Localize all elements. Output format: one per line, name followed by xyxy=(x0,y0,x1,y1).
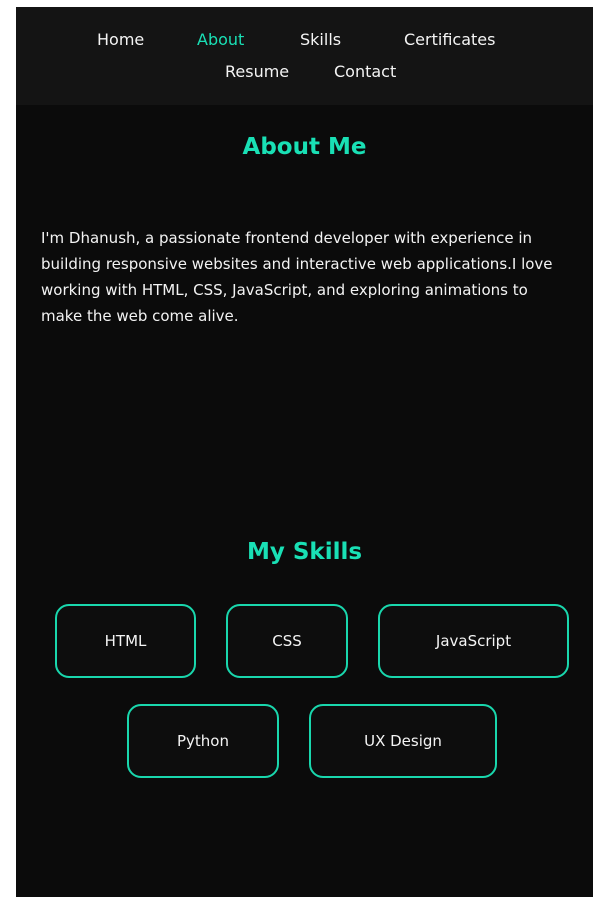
nav-link-skills[interactable]: Skills xyxy=(300,30,341,50)
skill-label: CSS xyxy=(272,632,302,650)
skill-label: JavaScript xyxy=(435,632,512,650)
skill-pill-javascript[interactable]: JavaScript xyxy=(378,604,569,678)
about-text: I'm Dhanush, a passionate frontend devel… xyxy=(41,229,553,325)
nav-link-home[interactable]: Home xyxy=(97,30,144,50)
skill-pill-ux-design[interactable]: UX Design xyxy=(309,704,497,778)
navbar: Home About Skills Certificates Resume Co… xyxy=(16,7,593,105)
nav-link-contact[interactable]: Contact xyxy=(334,62,396,82)
skill-label: UX Design xyxy=(364,732,442,750)
skill-label: Python xyxy=(177,732,229,750)
page-frame: Home About Skills Certificates Resume Co… xyxy=(16,7,593,897)
nav-link-resume[interactable]: Resume xyxy=(225,62,289,82)
skill-pill-css[interactable]: CSS xyxy=(226,604,348,678)
nav-link-certificates[interactable]: Certificates xyxy=(404,30,495,50)
about-title: About Me xyxy=(242,134,367,160)
skill-label: HTML xyxy=(104,632,147,650)
skill-pill-html[interactable]: HTML xyxy=(55,604,196,678)
skills-title: My Skills xyxy=(246,539,363,565)
nav-link-about[interactable]: About xyxy=(197,30,244,50)
skill-pill-python[interactable]: Python xyxy=(127,704,279,778)
